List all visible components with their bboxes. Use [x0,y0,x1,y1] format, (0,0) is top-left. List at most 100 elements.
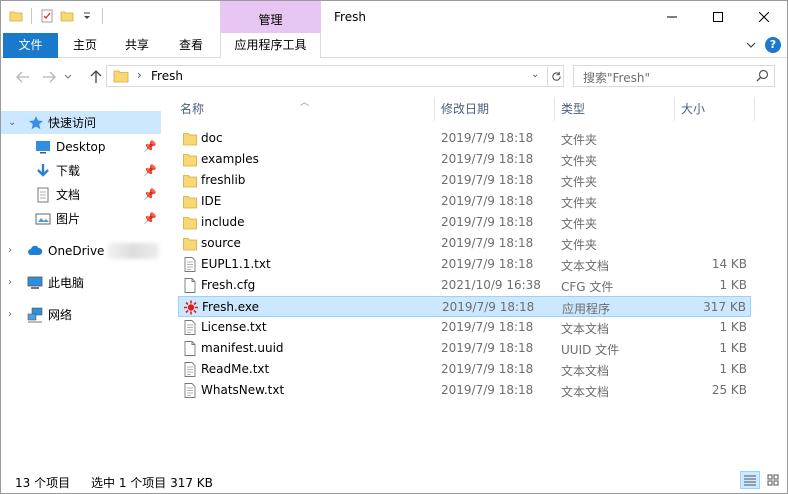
column-header-type[interactable]: 类型 [561,97,585,121]
tab-file[interactable]: 文件 [3,33,58,58]
minimize-button[interactable] [649,1,695,33]
forward-button[interactable] [39,67,59,87]
expand-chevron-icon[interactable]: › [8,309,12,320]
text-file-icon [183,320,197,335]
nav-item-downloads[interactable]: 下载 📌 [1,159,161,182]
file-size: 25 KB [711,383,747,397]
file-date: 2019/7/9 18:18 [441,320,534,334]
nav-this-pc[interactable]: › 此电脑 [1,271,161,294]
file-row[interactable]: ReadMe.txt 2019/7/9 18:18 文本文档 1 KB [178,359,751,380]
back-button[interactable] [13,67,33,87]
file-date: 2019/7/9 18:18 [441,383,534,397]
folder-icon [183,236,197,251]
file-name[interactable]: WhatsNew.txt [201,383,284,397]
file-name[interactable]: Fresh.cfg [201,278,255,292]
tab-home[interactable]: 主页 [63,33,107,58]
tab-application-tools[interactable]: 应用程序工具 [220,33,321,58]
file-date: 2019/7/9 18:18 [441,257,534,271]
column-header-name[interactable]: 名称 [180,97,204,121]
chevron-down-icon [64,74,72,79]
new-folder-icon[interactable] [60,9,74,23]
file-row[interactable]: License.txt 2019/7/9 18:18 文本文档 1 KB [178,317,751,338]
properties-icon[interactable] [40,9,54,23]
search-placeholder[interactable]: 搜索"Fresh" [583,69,650,86]
column-divider[interactable] [674,97,675,121]
back-arrow-icon [16,71,29,83]
file-name[interactable]: EUPL1.1.txt [201,257,271,271]
file-date: 2019/7/9 18:18 [441,236,534,250]
file-date: 2021/10/9 16:38 [441,278,541,292]
column-divider[interactable] [754,97,755,121]
expand-ribbon-icon[interactable] [745,39,757,51]
file-row[interactable]: examples 2019/7/9 18:18 文件夹 [178,149,751,170]
file-row[interactable]: doc 2019/7/9 18:18 文件夹 [178,128,751,149]
folder-icon [183,215,197,230]
tab-share[interactable]: 共享 [115,33,159,58]
file-row[interactable]: IDE 2019/7/9 18:18 文件夹 [178,191,751,212]
pin-icon[interactable]: 📌 [143,188,157,201]
customize-toolbar-icon[interactable] [80,9,94,23]
search-icon [756,69,769,82]
file-name[interactable]: source [201,236,241,250]
file-row[interactable]: Fresh.cfg 2021/10/9 16:38 CFG 文件 1 KB [178,275,751,296]
column-divider[interactable] [554,97,555,121]
tab-view[interactable]: 查看 [167,33,215,58]
file-date: 2019/7/9 18:18 [441,194,534,208]
file-type: 文本文档 [561,259,610,273]
pin-icon[interactable]: 📌 [143,212,157,225]
file-row[interactable]: WhatsNew.txt 2019/7/9 18:18 文本文档 25 KB [178,380,751,401]
file-row[interactable]: Fresh.exe 2019/7/9 18:18 应用程序 317 KB [178,296,751,317]
nav-quick-access[interactable]: ⌄ 快速访问 [1,111,161,134]
file-size: 14 KB [711,257,747,271]
close-button[interactable] [741,1,787,33]
help-icon[interactable]: ? [765,37,781,53]
file-name[interactable]: ReadMe.txt [201,362,269,376]
up-arrow-icon [90,70,102,83]
nav-onedrive[interactable]: › OneDrive [1,239,161,262]
collapse-chevron-icon[interactable]: ⌄ [8,117,16,128]
file-date: 2019/7/9 18:18 [441,131,534,145]
file-name[interactable]: Fresh.exe [202,300,259,314]
pin-icon[interactable]: 📌 [143,140,157,153]
address-dropdown-icon[interactable]: ⌄ [531,69,539,80]
quick-access-toolbar [9,8,105,24]
file-row[interactable]: include 2019/7/9 18:18 文件夹 [178,212,751,233]
column-header-date[interactable]: 修改日期 [441,97,489,121]
file-name[interactable]: manifest.uuid [201,341,284,355]
file-date: 2019/7/9 18:18 [441,341,534,355]
expand-chevron-icon[interactable]: › [8,277,12,288]
address-bar[interactable]: › Fresh ⌄ [106,65,564,87]
file-row[interactable]: freshlib 2019/7/9 18:18 文件夹 [178,170,751,191]
file-type: 应用程序 [562,302,611,316]
file-name[interactable]: freshlib [201,173,245,187]
column-header-size[interactable]: 大小 [681,97,705,121]
maximize-button[interactable] [695,1,741,33]
ribbon-controls: ? [745,37,781,53]
expand-chevron-icon[interactable]: › [8,245,12,256]
file-name[interactable]: doc [201,131,223,145]
pin-icon[interactable]: 📌 [143,164,157,177]
nav-item-desktop[interactable]: Desktop 📌 [1,135,161,158]
file-name[interactable]: include [201,215,244,229]
file-name[interactable]: examples [201,152,259,166]
details-view-button[interactable] [740,471,760,489]
refresh-button[interactable] [547,67,564,86]
file-name[interactable]: IDE [201,194,221,208]
file-row[interactable]: manifest.uuid 2019/7/9 18:18 UUID 文件 1 KB [178,338,751,359]
search-box[interactable]: 搜索"Fresh" [573,65,775,87]
file-row[interactable]: EUPL1.1.txt 2019/7/9 18:18 文本文档 14 KB [178,254,751,275]
folder-icon [183,131,197,146]
file-name[interactable]: License.txt [201,320,267,334]
nav-item-pictures[interactable]: 图片 📌 [1,207,161,230]
nav-item-documents[interactable]: 文档 📌 [1,183,161,206]
column-divider[interactable] [434,97,435,121]
text-file-icon [183,257,197,272]
up-button[interactable] [86,67,106,87]
file-row[interactable]: source 2019/7/9 18:18 文件夹 [178,233,751,254]
nav-network[interactable]: › 网络 [1,303,161,326]
large-icons-view-button[interactable] [763,471,783,489]
recent-locations-button[interactable] [61,67,75,87]
computer-icon [27,276,43,289]
toolbar-divider [102,8,103,24]
address-path[interactable]: Fresh [151,69,183,83]
